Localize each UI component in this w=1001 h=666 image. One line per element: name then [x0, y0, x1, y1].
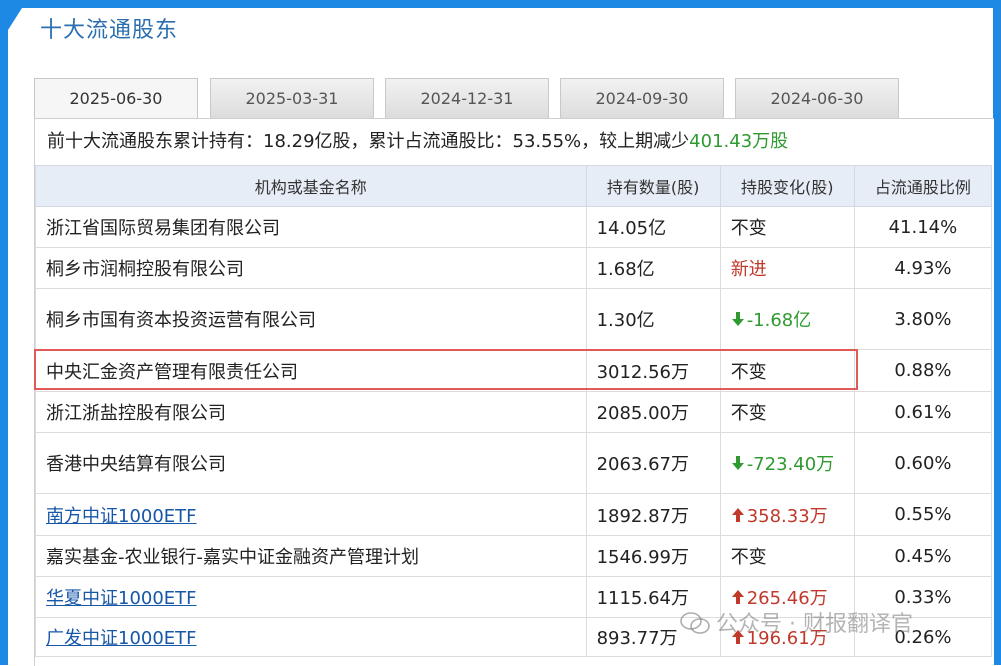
holding-pct: 0.61% — [853, 391, 993, 433]
table-row: 浙江浙盐控股有限公司 2085.00万 不变 0.61% — [35, 391, 993, 433]
holder-name-cell[interactable]: 南方中证1000ETF — [35, 493, 587, 536]
holder-name-cell[interactable]: 华夏中证1000ETF — [35, 576, 587, 618]
holding-qty: 1892.87万 — [585, 493, 721, 536]
holder-name-cell: 桐乡市国有资本投资运营有限公司 — [35, 288, 587, 350]
table-row: 桐乡市润桐控股有限公司 1.68亿 新进 4.93% — [35, 247, 993, 289]
holding-change: 不变 — [730, 547, 767, 568]
holder-name: 香港中央结算有限公司 — [46, 454, 226, 475]
summary-change: 401.43万股 — [689, 131, 789, 152]
holding-pct: 3.80% — [853, 288, 993, 350]
holding-qty: 2063.67万 — [585, 432, 721, 494]
col-header-name: 机构或基金名称 — [35, 165, 587, 207]
holding-qty: 1.68亿 — [585, 247, 721, 289]
table-header-row: 机构或基金名称 持有数量(股) 持股变化(股) 占流通股比例 — [35, 165, 993, 207]
holder-name-cell[interactable]: 广发中证1000ETF — [35, 617, 587, 657]
summary-text: 前十大流通股东累计持有：18.29亿股，累计占流通股比：53.55%，较上期减少 — [47, 131, 690, 152]
col-header-change: 持股变化(股) — [719, 165, 855, 207]
holding-change: 不变 — [730, 218, 767, 239]
holding-pct: 41.14% — [853, 206, 993, 248]
table-row: 南方中证1000ETF 1892.87万 358.33万 0.55% — [35, 493, 993, 536]
holder-name: 浙江浙盐控股有限公司 — [46, 403, 226, 424]
tab-2024-09-30[interactable]: 2024-09-30 — [560, 78, 724, 118]
wechat-icon — [680, 612, 710, 634]
holder-name: 中央汇金资产管理有限责任公司 — [46, 361, 298, 383]
table-row: 中央汇金资产管理有限责任公司 3012.56万 不变 0.88% — [35, 349, 993, 392]
holding-qty: 3012.56万 — [585, 349, 721, 392]
holder-name-cell: 浙江浙盐控股有限公司 — [35, 391, 587, 433]
holding-change-cell: 新进 — [719, 247, 855, 289]
arrow-down-icon — [731, 312, 744, 326]
col-header-qty: 持有数量(股) — [585, 165, 721, 207]
table-row: 浙江省国际贸易集团有限公司 14.05亿 不变 41.14% — [35, 206, 993, 248]
holder-name: 桐乡市润桐控股有限公司 — [46, 259, 244, 280]
holding-qty: 1.30亿 — [585, 288, 721, 350]
holding-pct: 0.45% — [853, 535, 993, 577]
holder-name: 嘉实基金-农业银行-嘉实中证金融资产管理计划 — [46, 547, 419, 568]
holder-name-link[interactable]: 南方中证1000ETF — [46, 506, 197, 527]
holding-qty: 14.05亿 — [585, 206, 721, 248]
holding-change-cell: 358.33万 — [719, 493, 855, 536]
tab-2024-12-31[interactable]: 2024-12-31 — [385, 78, 549, 118]
arrow-up-icon — [731, 590, 744, 604]
shareholders-panel: 前十大流通股东累计持有：18.29亿股，累计占流通股比：53.55%，较上期减少… — [34, 118, 994, 666]
holding-change: 358.33万 — [746, 505, 828, 527]
holder-name-link[interactable]: 广发中证1000ETF — [46, 628, 197, 649]
table-row: 桐乡市国有资本投资运营有限公司 1.30亿 -1.68亿 3.80% — [35, 288, 993, 350]
watermark-text: 公众号 · 财报翻译官 — [716, 612, 913, 637]
tab-2025-06-30[interactable]: 2025-06-30 — [34, 78, 198, 120]
arrow-up-icon — [731, 507, 744, 522]
holdings-summary: 前十大流通股东累计持有：18.29亿股，累计占流通股比：53.55%，较上期减少… — [47, 127, 788, 153]
holding-change-cell: 不变 — [719, 391, 855, 433]
holding-pct: 4.93% — [853, 247, 993, 289]
holding-pct: 0.60% — [853, 432, 993, 494]
holder-name-cell: 嘉实基金-农业银行-嘉实中证金融资产管理计划 — [35, 535, 587, 577]
holding-change: 不变 — [730, 403, 767, 424]
holder-name-link[interactable]: 华夏中证1000ETF — [46, 588, 197, 609]
tab-2025-03-31[interactable]: 2025-03-31 — [210, 78, 374, 118]
holder-name-cell: 香港中央结算有限公司 — [35, 432, 587, 494]
holding-change-cell: 不变 — [719, 349, 855, 392]
table-row: 香港中央结算有限公司 2063.67万 -723.40万 0.60% — [35, 432, 993, 494]
col-header-pct: 占流通股比例 — [853, 165, 993, 207]
holding-change-cell: 不变 — [719, 535, 855, 577]
corner-flag-icon — [8, 8, 22, 30]
holding-change-cell: -723.40万 — [719, 432, 855, 494]
holding-change-cell: -1.68亿 — [719, 288, 855, 350]
holder-name-cell: 桐乡市润桐控股有限公司 — [35, 247, 587, 289]
shareholders-table: 机构或基金名称 持有数量(股) 持股变化(股) 占流通股比例 浙江省国际贸易集团… — [35, 165, 993, 657]
holding-change-cell: 不变 — [719, 206, 855, 248]
tab-2024-06-30[interactable]: 2024-06-30 — [735, 78, 899, 118]
holding-pct: 0.88% — [853, 349, 993, 392]
table-row: 嘉实基金-农业银行-嘉实中证金融资产管理计划 1546.99万 不变 0.45% — [35, 535, 993, 577]
holding-change: -723.40万 — [746, 454, 835, 475]
watermark: 公众号 · 财报翻译官 — [680, 606, 913, 638]
holder-name-cell: 中央汇金资产管理有限责任公司 — [35, 349, 587, 392]
holder-name-cell: 浙江省国际贸易集团有限公司 — [35, 206, 587, 248]
holder-name: 桐乡市国有资本投资运营有限公司 — [46, 310, 316, 331]
holding-change: 新进 — [730, 259, 767, 280]
arrow-down-icon — [731, 456, 744, 470]
holding-pct: 0.55% — [853, 493, 993, 536]
holding-change: -1.68亿 — [746, 310, 812, 331]
holder-name: 浙江省国际贸易集团有限公司 — [46, 218, 280, 239]
holding-change: 不变 — [730, 361, 767, 383]
page-title: 十大流通股东 — [40, 18, 179, 43]
holding-qty: 2085.00万 — [585, 391, 721, 433]
holding-qty: 1546.99万 — [585, 535, 721, 577]
